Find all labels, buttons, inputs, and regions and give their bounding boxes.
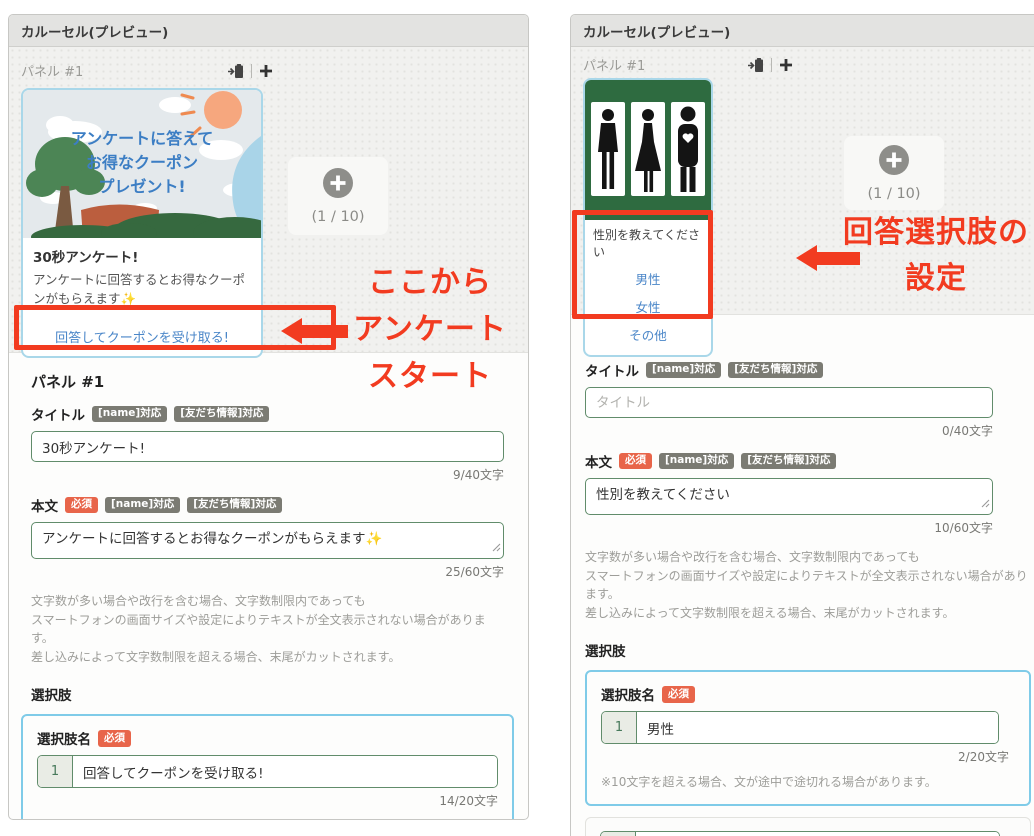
name-support-badge: [name]対応 <box>105 497 180 514</box>
screenshot-root: カルーセル(プレビュー) パネル #1 <box>0 0 1034 836</box>
card-choice-button-other[interactable]: その他 <box>585 320 711 348</box>
card-choice-button-male[interactable]: 男性 <box>585 264 711 292</box>
carousel-editor-window-left: カルーセル(プレビュー) パネル #1 <box>8 14 529 820</box>
image-text-line: お得なクーポン <box>86 153 198 172</box>
panel-edit-form: パネル #1 タイトル [name]対応 [友だち情報]対応 9/40文字 本文… <box>9 353 528 820</box>
icon-divider <box>771 58 772 72</box>
name-support-badge: [name]対応 <box>92 406 167 423</box>
gender-silhouettes-image <box>585 80 711 220</box>
required-badge: 必須 <box>65 497 98 514</box>
required-badge: 必須 <box>619 453 652 470</box>
choice-char-counter: 14/20文字 <box>37 792 498 809</box>
copy-panel-icon[interactable] <box>747 57 764 73</box>
choice-warning-note: ※10文字を超える場合、文が途中で途切れる場合があります。 <box>37 817 498 820</box>
copy-panel-icon[interactable] <box>227 63 244 79</box>
card-choice-button-female[interactable]: 女性 <box>585 292 711 320</box>
panel-number-label: パネル #1 <box>21 61 83 80</box>
title-char-counter: 0/40文字 <box>585 422 993 439</box>
image-text-line: プレゼント! <box>98 177 185 196</box>
panel-edit-form: パネル #1 タイトル [name]対応 [友だち情報]対応 0/40文字 本文… <box>571 315 1034 836</box>
name-support-badge: [name]対応 <box>646 362 721 379</box>
resize-handle-icon[interactable] <box>981 493 990 512</box>
choice-number: 2 <box>601 832 636 836</box>
add-panel-slot[interactable]: (1 / 10) <box>288 157 388 235</box>
choice-number: 1 <box>602 712 637 743</box>
display-warning-note: 文字数が多い場合や改行を含む場合、文字数制限内であっても スマートフォンの画面サ… <box>31 592 504 666</box>
card-title: 30秒アンケート! <box>33 246 251 266</box>
display-warning-note: 文字数が多い場合や改行を含む場合、文字数制限内であっても スマートフォンの画面サ… <box>585 548 1034 622</box>
required-badge: 必須 <box>98 730 131 747</box>
friend-info-support-badge: [友だち情報]対応 <box>174 406 269 423</box>
friend-info-support-badge: [友だち情報]対応 <box>728 362 823 379</box>
choice-name-label: 選択肢名 <box>601 684 655 704</box>
add-panel-icon[interactable] <box>779 58 793 72</box>
choices-section-heading: 選択肢 <box>31 684 504 704</box>
panel-count: (1 / 10) <box>867 186 920 202</box>
carousel-editor-window-right: カルーセル(プレビュー) パネル #1 <box>570 14 1034 836</box>
window-title: カルーセル(プレビュー) <box>571 15 1034 47</box>
body-field-label: 本文 <box>585 451 612 471</box>
choices-section-heading: 選択肢 <box>585 640 1034 660</box>
choice-name-input[interactable] <box>636 832 999 836</box>
survey-illustration-image: アンケートに答えて お得なクーポン プレゼント! <box>23 90 261 238</box>
card-body-text: アンケートに回答するとお得なクーポンがもらえます✨ <box>33 271 251 309</box>
window-title: カルーセル(プレビュー) <box>9 15 528 47</box>
title-input[interactable] <box>585 387 993 418</box>
resize-handle-icon[interactable] <box>492 537 501 556</box>
card-choice-buttons: 男性 女性 その他 <box>585 262 711 355</box>
carousel-panel-card[interactable]: 性別を教えてください 男性 女性 その他 <box>583 78 713 357</box>
annotation-text-survey-start: ここから アンケート スタート <box>330 259 530 400</box>
plus-circle-icon <box>879 145 909 179</box>
choice-editor-box: 2 <box>585 817 1031 836</box>
image-text-line: アンケートに答えて <box>71 129 214 148</box>
friend-info-support-badge: [友だち情報]対応 <box>187 497 282 514</box>
choice-editor-box: 選択肢名 必須 1 14/20文字 ※10文字を超える場合、文が途中で途切れる場… <box>21 714 514 820</box>
body-textarea[interactable]: アンケートに回答するとお得なクーポンがもらえます✨ <box>31 522 504 559</box>
panel-number-label: パネル #1 <box>583 55 645 74</box>
title-input[interactable] <box>31 431 504 462</box>
choice-warning-note: ※10文字を超える場合、文が途中で途切れる場合があります。 <box>601 773 1015 790</box>
friend-info-support-badge: [友だち情報]対応 <box>741 453 836 470</box>
body-textarea[interactable]: 性別を教えてください <box>585 478 993 515</box>
annotation-arrow-right-icon <box>796 245 817 271</box>
choice-editor-box: 選択肢名 必須 1 2/20文字 ※10文字を超える場合、文が途中で途切れる場合… <box>585 670 1031 806</box>
title-char-counter: 9/40文字 <box>31 466 504 483</box>
card-body-text: 性別を教えてください <box>585 220 711 262</box>
body-field-label: 本文 <box>31 495 58 515</box>
plus-circle-icon <box>323 168 353 202</box>
name-support-badge: [name]対応 <box>659 453 734 470</box>
body-char-counter: 25/60文字 <box>31 563 504 580</box>
choice-name-input[interactable] <box>637 712 998 743</box>
choice-char-counter: 2/20文字 <box>601 748 1009 765</box>
body-char-counter: 10/60文字 <box>585 519 993 536</box>
choice-name-input[interactable] <box>73 756 497 787</box>
title-field-label: タイトル <box>31 404 85 424</box>
carousel-panel-card[interactable]: アンケートに答えて お得なクーポン プレゼント! 30秒アンケート! アンケート… <box>21 88 263 358</box>
card-action-button[interactable]: 回答してクーポンを受け取る! <box>23 315 261 356</box>
choice-name-label: 選択肢名 <box>37 728 91 748</box>
add-panel-icon[interactable] <box>259 64 273 78</box>
add-panel-slot[interactable]: (1 / 10) <box>844 136 944 210</box>
annotation-text-choice-settings: 回答選択肢の 設定 <box>834 210 1034 302</box>
icon-divider <box>251 64 252 78</box>
panel-count: (1 / 10) <box>311 209 364 225</box>
required-badge: 必須 <box>662 686 695 703</box>
title-field-label: タイトル <box>585 360 639 380</box>
annotation-arrow-left-icon <box>281 318 302 344</box>
choice-number: 1 <box>38 756 73 787</box>
